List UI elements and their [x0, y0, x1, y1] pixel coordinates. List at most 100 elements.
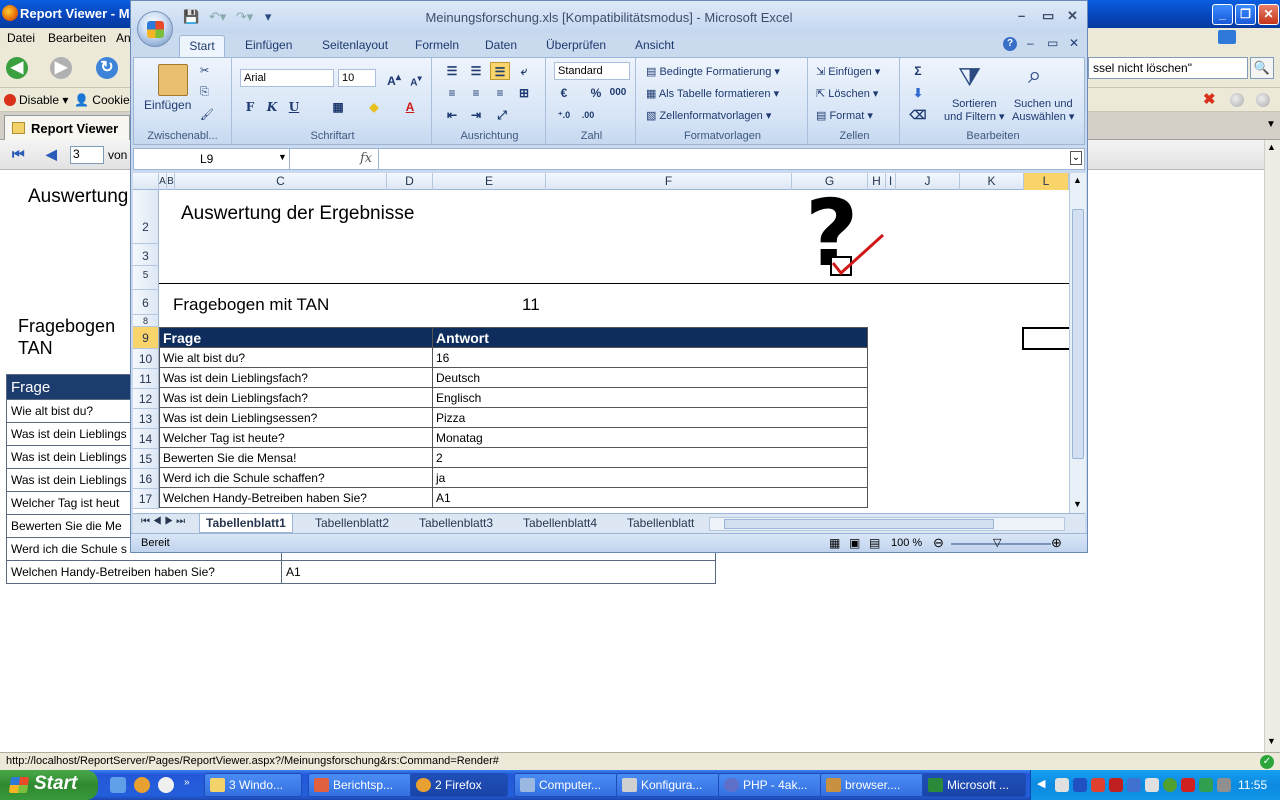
header-frage[interactable]: Frage [159, 327, 433, 348]
search-icon[interactable]: 🔍 [1250, 57, 1274, 79]
tab-ansicht[interactable]: Ansicht [635, 38, 674, 52]
network-icon[interactable] [1055, 778, 1069, 792]
ribbon-close-button[interactable]: ✕ [1069, 36, 1079, 50]
disable-menu[interactable]: Disable ▾ [4, 93, 68, 107]
answer-cell[interactable]: Deutsch [432, 367, 868, 388]
column-header-selected[interactable]: L [1024, 173, 1069, 190]
fill-icon[interactable]: ⬇ [908, 84, 928, 102]
grow-font-icon[interactable]: A▴ [384, 69, 404, 88]
scroll-down-icon[interactable]: ▼ [1073, 499, 1082, 509]
tab-einfuegen[interactable]: Einfügen [245, 38, 292, 52]
volume-icon[interactable] [1217, 778, 1231, 792]
first-page-icon[interactable]: ⏮ [12, 146, 25, 163]
horizontal-scrollbar[interactable] [709, 517, 1065, 531]
menu-datei[interactable]: Datei [7, 31, 35, 45]
italic-button[interactable]: K [262, 98, 282, 116]
phone-icon[interactable] [1127, 778, 1141, 792]
reload-icon[interactable]: ↻ [96, 57, 118, 79]
row-header[interactable]: 10 [133, 349, 159, 369]
sheet-tab[interactable]: Tabellenblatt3 [419, 516, 493, 530]
column-header[interactable]: C [175, 173, 387, 190]
chevron-down-icon[interactable]: ▼ [1266, 119, 1276, 130]
font-name-select[interactable]: Arial [240, 69, 334, 87]
autosum-button[interactable]: Σ [908, 62, 928, 80]
help-icon[interactable]: ? [1003, 37, 1017, 51]
page-number-input[interactable]: 3 [70, 146, 104, 164]
tab-report-viewer[interactable]: Report Viewer [4, 115, 130, 140]
question-cell[interactable]: Wie alt bist du? [159, 347, 433, 368]
sheet-nav-icons[interactable]: ⏮ ◀ ▶ ⏭ [141, 516, 185, 527]
column-header[interactable]: A [159, 173, 167, 190]
answer-cell[interactable]: 2 [432, 447, 868, 468]
format-cells-button[interactable]: ▤ Format ▾ [816, 109, 873, 122]
maximize-button[interactable]: ❐ [1235, 4, 1256, 25]
row-header[interactable]: 6 [133, 290, 159, 315]
sheet-tab[interactable]: Tabellenblatt [627, 516, 694, 530]
question-cell[interactable]: Welcher Tag ist heute? [159, 427, 433, 448]
align-left-icon[interactable]: ≡ [442, 84, 462, 102]
menu-ansicht[interactable]: An [116, 31, 131, 45]
cookies-menu[interactable]: 👤 Cookies [74, 93, 136, 107]
delete-cells-button[interactable]: ⇱ Löschen ▾ [816, 87, 878, 100]
task-firefox[interactable]: 2 Firefox [410, 773, 508, 797]
question-cell[interactable]: Werd ich die Schule schaffen? [159, 467, 433, 488]
row-header[interactable]: 15 [133, 449, 159, 469]
view-normal-icon[interactable]: ▦ [829, 536, 840, 550]
sheet-tab[interactable]: Tabellenblatt4 [523, 516, 597, 530]
sort-filter-icon[interactable]: ⧩ [958, 62, 988, 94]
format-as-table-button[interactable]: ▦ Als Tabelle formatieren ▾ [646, 87, 779, 100]
task-windows[interactable]: 3 Windo... [204, 773, 302, 797]
sort-filter-button[interactable]: Sortieren und Filtern ▾ [944, 98, 1005, 123]
page-scrollbar[interactable]: ▲ ▼ [1264, 140, 1280, 752]
zoom-level[interactable]: 100 % [891, 537, 922, 549]
row-header[interactable]: 17 [133, 489, 159, 509]
cell-styles-button[interactable]: ▧ Zellenformatvorlagen ▾ [646, 109, 771, 122]
paste-button[interactable]: Einfügen [144, 98, 191, 112]
select-all-corner[interactable] [133, 173, 159, 190]
increase-indent-icon[interactable]: ⇥ [466, 106, 486, 124]
row-header[interactable]: 13 [133, 409, 159, 429]
close-button[interactable]: ✕ [1258, 4, 1279, 25]
column-header[interactable]: E [433, 173, 546, 190]
row-header[interactable]: 11 [133, 369, 159, 389]
tray-expand-icon[interactable]: ◀ [1037, 777, 1045, 790]
speaker-icon[interactable] [1145, 778, 1159, 792]
orientation-icon[interactable]: ⤢ [492, 106, 512, 124]
tab-ueberpruefen[interactable]: Überprüfen [546, 38, 606, 52]
question-cell[interactable]: Was ist dein Lieblingsfach? [159, 367, 433, 388]
user-icon[interactable] [1091, 778, 1105, 792]
menu-bearbeiten[interactable]: Bearbeiten [48, 31, 106, 45]
task-php[interactable]: PHP - 4ak... [718, 773, 822, 797]
number-format-select[interactable]: Standard [554, 62, 630, 80]
desktop-icon[interactable] [110, 777, 126, 793]
quicklaunch-more-icon[interactable]: » [184, 777, 190, 788]
task-microsoft-excel[interactable]: Microsoft ... [922, 773, 1026, 797]
vertical-scrollbar[interactable]: ▲ ▼ [1069, 173, 1086, 513]
tab-daten[interactable]: Daten [485, 38, 517, 52]
answer-cell[interactable]: Pizza [432, 407, 868, 428]
antivirus-icon[interactable] [1181, 778, 1195, 792]
tab-start[interactable]: Start [179, 35, 225, 57]
selected-cell[interactable] [1022, 327, 1069, 350]
fill-color-icon[interactable]: ◆ [364, 98, 384, 116]
row-header[interactable]: 16 [133, 469, 159, 489]
header-antwort[interactable]: Antwort [432, 327, 868, 348]
insert-cells-button[interactable]: ⇲ Einfügen ▾ [816, 65, 880, 78]
task-browser[interactable]: browser.... [820, 773, 924, 797]
binoculars-icon[interactable]: ⌕ [1028, 62, 1058, 94]
maximize-button[interactable]: ▭ [1042, 8, 1054, 24]
sheet-tab[interactable]: Tabellenblatt2 [315, 516, 389, 530]
scroll-thumb[interactable] [1072, 209, 1084, 459]
scroll-up-icon[interactable]: ▲ [1267, 142, 1276, 152]
chevron-down-icon[interactable]: ▼ [278, 152, 287, 162]
minimize-button[interactable]: _ [1212, 4, 1233, 25]
align-top-icon[interactable]: ☰ [442, 62, 462, 80]
find-select-button[interactable]: Suchen und Auswählen ▾ [1012, 98, 1074, 123]
ati-icon[interactable] [1109, 778, 1123, 792]
tab-seitenlayout[interactable]: Seitenlayout [322, 38, 388, 52]
conditional-formatting-button[interactable]: ▤ Bedingte Formatierung ▾ [646, 65, 780, 78]
task-konfigura[interactable]: Konfigura... [616, 773, 720, 797]
answer-cell[interactable]: Monatag [432, 427, 868, 448]
spreadsheet-grid[interactable]: A B C D E F G H I J K L 2 3 5 6 8 9 10 1… [133, 173, 1069, 513]
increase-decimal-icon[interactable]: ⁺.0 [554, 106, 574, 124]
